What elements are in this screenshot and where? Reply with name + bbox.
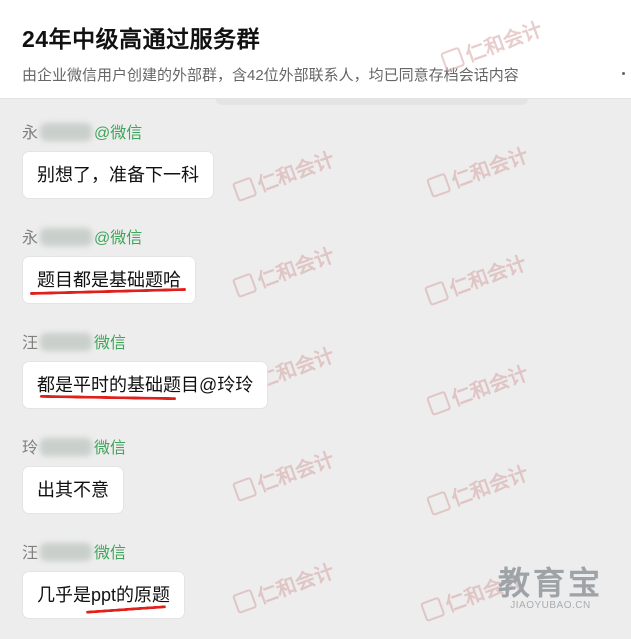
previous-message-bubble [216,98,528,105]
message-bubble[interactable]: 题目都是基础题哈 [22,256,196,304]
watermark-text: 仁和会计 [254,148,338,197]
watermark-icon [231,476,258,503]
sender-name: 汪 [22,545,39,562]
message-sender[interactable]: 玲 微信 [22,434,126,458]
watermark-logo: 仁和会计 [230,443,338,506]
watermark-text: 仁和会计 [448,362,532,411]
chat-header: 24年中级高通过服务群 由企业微信用户创建的外部群，含42位外部联系人，均已同意… [0,0,631,99]
watermark-logo: 仁和会计 [230,239,338,302]
blurred-sender-name [40,123,93,141]
message-sender[interactable]: 永 @微信 [22,224,142,248]
sender-source: 微信 [94,335,127,352]
watermark-icon [231,588,258,615]
watermark-icon [425,390,452,417]
watermark-logo: 仁和会计 [424,139,532,202]
watermark-icon [419,596,446,623]
watermark-text: 仁和会计 [254,448,338,497]
message-sender[interactable]: 永 @微信 [22,119,142,143]
watermark-icon [231,176,258,203]
sender-source: 微信 [94,440,127,457]
source-watermark-url: JIAOYUBAO.CN [510,600,591,611]
sender-at: @ [94,125,111,142]
message-sender[interactable]: 汪 微信 [22,539,126,563]
blurred-sender-name [40,438,93,456]
watermark-logo: 仁和会计 [230,555,338,618]
blurred-sender-name [40,543,93,561]
blurred-sender-name [40,333,93,351]
group-title[interactable]: 24年中级高通过服务群 [22,20,260,54]
sender-name: 永 [22,230,39,247]
source-watermark: 教育宝 JIAOYUBAO.CN [498,566,603,611]
watermark-text: 仁和会计 [254,244,338,293]
watermark-logo: 仁和会计 [230,143,338,206]
sender-source: 微信 [110,125,143,142]
watermark-logo: 仁和会计 [422,247,530,310]
message-bubble[interactable]: 都是平时的基础题目@玲玲 [22,361,269,409]
watermark-text: 仁和会计 [448,462,532,511]
watermark-icon [231,272,258,299]
sender-at: @ [94,230,111,247]
message-sender[interactable]: 汪 微信 [22,329,126,353]
watermark-icon [423,280,450,307]
watermark-logo: 仁和会计 [424,357,532,420]
sender-name: 永 [22,125,39,142]
group-subtitle: 由企业微信用户创建的外部群，含42位外部联系人，均已同意存档会话内容 [22,67,519,84]
watermark-logo: 仁和会计 [424,457,532,520]
watermark-text: 仁和会计 [446,252,530,301]
blurred-sender-name [40,228,93,246]
sender-name: 玲 [22,440,39,457]
message-bubble[interactable]: 别想了，准备下一科 [22,151,214,199]
source-watermark-text: 教育宝 [498,565,604,601]
watermark-text: 仁和会计 [254,560,338,609]
sender-source: 微信 [110,230,143,247]
sender-name: 汪 [22,335,39,352]
more-icon[interactable] [622,72,625,75]
watermark-text: 仁和会计 [448,144,532,193]
sender-source: 微信 [94,545,127,562]
watermark-icon [425,490,452,517]
watermark-icon [425,172,452,199]
message-bubble[interactable]: 出其不意 [22,466,124,514]
